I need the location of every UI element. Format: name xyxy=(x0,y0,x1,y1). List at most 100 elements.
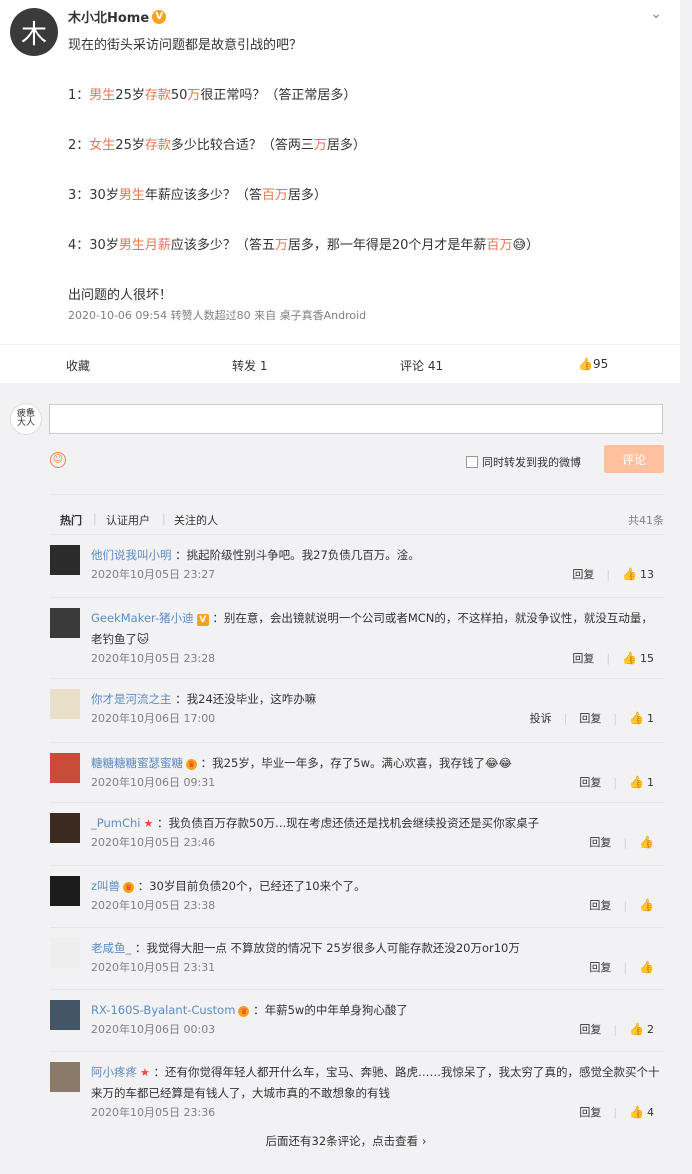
post-text-segment: 现在的街头采访问题都是故意引战的吧？ xyxy=(68,38,303,53)
reply-button[interactable]: 回复 xyxy=(579,1021,601,1037)
highlight-keyword[interactable]: 男生 xyxy=(119,238,145,253)
post-text-segment: 1： xyxy=(68,88,90,103)
reply-button[interactable]: 回复 xyxy=(589,959,611,975)
highlight-keyword[interactable]: 万 xyxy=(314,138,327,153)
commenter-name[interactable]: RX-160S-Byalant-Custom xyxy=(91,1003,235,1017)
highlight-keyword[interactable]: 百万 xyxy=(262,188,288,203)
reply-button[interactable]: 回复 xyxy=(589,897,611,913)
comment-like-button[interactable]: 👍 4 xyxy=(629,1105,654,1119)
tab-hot[interactable]: 热门 xyxy=(60,512,82,528)
reply-button[interactable]: 回复 xyxy=(572,566,594,582)
tab-verified[interactable]: 认证用户 xyxy=(106,512,150,528)
author-name-row[interactable]: 木小北Home V xyxy=(68,7,167,26)
emoji-icon[interactable]: ☺ xyxy=(50,452,66,468)
highlight-keyword[interactable]: 存款 xyxy=(145,138,171,153)
comment-time: 2020年10月06日 17:00 xyxy=(91,712,216,725)
tab-following[interactable]: 关注的人 xyxy=(174,512,218,528)
commenter-name[interactable]: 他们说我叫小明 xyxy=(91,548,172,562)
weibo-post-card: 木 木小北Home V ⌄ 现在的街头采访问题都是故意引战的吧？ 1：男生25岁存… xyxy=(0,0,680,383)
forward-checkbox[interactable]: 同时转发到我的微博 xyxy=(466,454,581,470)
report-button[interactable]: 投诉 xyxy=(530,710,552,726)
comment-like-button[interactable]: 👍 1 xyxy=(629,711,654,725)
comment-like-button[interactable]: 👍 2 xyxy=(629,1022,654,1036)
commenter-avatar[interactable] xyxy=(50,689,80,719)
commenter-name[interactable]: 你才是河流之主 xyxy=(91,692,172,706)
action-divider: | xyxy=(623,835,628,849)
commenter-avatar[interactable] xyxy=(50,813,80,843)
comment-item: 老咸鱼_ ：我觉得大胆一点 不算放贷的情况下 25岁很多人可能存款还没20万or… xyxy=(50,927,664,990)
post-actions-bar: 收藏 转发 1 评论 41 👍95 xyxy=(0,344,680,383)
commenter-name[interactable]: 糖糖糖糖蜜瑟蜜糖 xyxy=(91,756,183,770)
like-button[interactable]: 👍95 xyxy=(578,357,608,371)
commenter-name[interactable]: z叫兽 xyxy=(91,879,120,893)
reply-button[interactable]: 回复 xyxy=(579,1104,601,1120)
tab-divider: | xyxy=(162,512,166,525)
post-text-segment: 居多） xyxy=(287,188,327,203)
more-comments-link[interactable]: 后面还有32条评论，点击查看 › xyxy=(0,1133,692,1149)
comment-text: ：30岁目前负债20个，已经还了10来个了。 xyxy=(134,879,366,893)
highlight-keyword[interactable]: 百万 xyxy=(486,238,512,253)
chevron-down-icon[interactable]: ⌄ xyxy=(650,6,662,22)
post-text-segment: 应该多少？（答五 xyxy=(170,238,275,253)
comment-like-button[interactable]: 👍 xyxy=(639,898,654,912)
checkbox-icon[interactable] xyxy=(466,456,478,468)
highlight-keyword[interactable]: 男生 xyxy=(119,188,145,203)
comment-item: 糖糖糖糖蜜瑟蜜糖 ♛ ：我25岁，毕业一年多，存了5w。满心欢喜，我存钱了😂😂 20… xyxy=(50,742,664,803)
favorite-button[interactable]: 收藏 xyxy=(66,357,90,374)
crown-badge-icon: ♛ xyxy=(238,1006,250,1017)
commenter-name[interactable]: GeekMaker-猪小迪 xyxy=(91,611,194,625)
comment-like-button[interactable]: 👍 xyxy=(639,835,654,849)
comment-actions: 回复 | 👍 13 xyxy=(572,566,654,582)
commenter-avatar[interactable] xyxy=(50,608,80,638)
commenter-avatar[interactable] xyxy=(50,1062,80,1092)
comment-text: ：我25岁，毕业一年多，存了5w。满心欢喜，我存钱了😂😂 xyxy=(197,756,512,770)
post-text-segment: 😅） xyxy=(512,238,540,253)
comment-input[interactable] xyxy=(49,404,663,434)
thumbs-up-icon: 👍 xyxy=(629,711,644,725)
reply-button[interactable]: 回复 xyxy=(579,710,601,726)
highlight-keyword[interactable]: 男生 xyxy=(89,88,115,103)
comment-time: 2020年10月05日 23:31 xyxy=(91,961,216,974)
commenter-name[interactable]: _PumChi xyxy=(91,816,141,830)
thumbs-up-icon: 👍 xyxy=(629,1105,644,1119)
post-line: 现在的街头采访问题都是故意引战的吧？ xyxy=(68,33,302,58)
thumbs-up-icon: 👍 xyxy=(629,775,644,789)
highlight-keyword[interactable]: 万 xyxy=(187,88,200,103)
highlight-keyword[interactable]: 月薪 xyxy=(145,238,171,253)
action-divider: | xyxy=(563,711,568,725)
author-name[interactable]: 木小北Home xyxy=(68,7,149,26)
verified-badge-icon: V xyxy=(152,9,167,24)
commenter-name[interactable]: 老咸鱼_ xyxy=(91,941,131,955)
highlight-keyword[interactable]: 女生 xyxy=(89,138,115,153)
reply-button[interactable]: 回复 xyxy=(589,834,611,850)
repost-button[interactable]: 转发 1 xyxy=(232,357,267,374)
comment-like-button[interactable]: 👍 1 xyxy=(629,775,654,789)
commenter-name[interactable]: 阿小疼疼 xyxy=(91,1065,137,1079)
comment-time: 2020年10月06日 00:03 xyxy=(91,1023,216,1036)
comment-like-button[interactable]: 👍 13 xyxy=(622,567,654,581)
comment-text-block: GeekMaker-猪小迪 V ：别在意，会出镜就说明一个公司或者MCN的，不这样… xyxy=(91,608,661,650)
comment-button[interactable]: 评论 41 xyxy=(400,357,443,374)
action-divider: | xyxy=(623,898,628,912)
verified-badge-icon: V xyxy=(196,614,209,626)
comment-total: 共41条 xyxy=(628,514,664,527)
thumbs-up-icon: 👍 xyxy=(622,567,637,581)
post-line: 3：30岁男生年薪应该多少？（答百万居多） xyxy=(68,183,327,208)
comment-like-button[interactable]: 👍 xyxy=(639,960,654,974)
commenter-avatar[interactable] xyxy=(50,938,80,968)
commenter-avatar[interactable] xyxy=(50,1000,80,1030)
comment-item: RX-160S-Byalant-Custom ♛ ：年薪5w的中年单身狗心酸了 20… xyxy=(50,989,664,1052)
commenter-avatar[interactable] xyxy=(50,545,80,575)
comment-like-button[interactable]: 👍 15 xyxy=(622,651,654,665)
author-avatar[interactable]: 木 xyxy=(10,8,58,56)
reply-button[interactable]: 回复 xyxy=(579,774,601,790)
highlight-keyword[interactable]: 存款 xyxy=(145,88,171,103)
commenter-avatar[interactable] xyxy=(50,753,80,783)
comment-text-block: 他们说我叫小明 ：挑起阶级性别斗争吧。我27负债几百万。淦。 xyxy=(91,545,661,566)
highlight-keyword[interactable]: 万 xyxy=(275,238,288,253)
submit-comment-button[interactable]: 评论 xyxy=(604,445,664,473)
reply-button[interactable]: 回复 xyxy=(572,650,594,666)
thumbs-up-icon: 👍 xyxy=(639,960,654,974)
commenter-avatar[interactable] xyxy=(50,876,80,906)
comment-like-count: 2 xyxy=(647,1022,654,1036)
